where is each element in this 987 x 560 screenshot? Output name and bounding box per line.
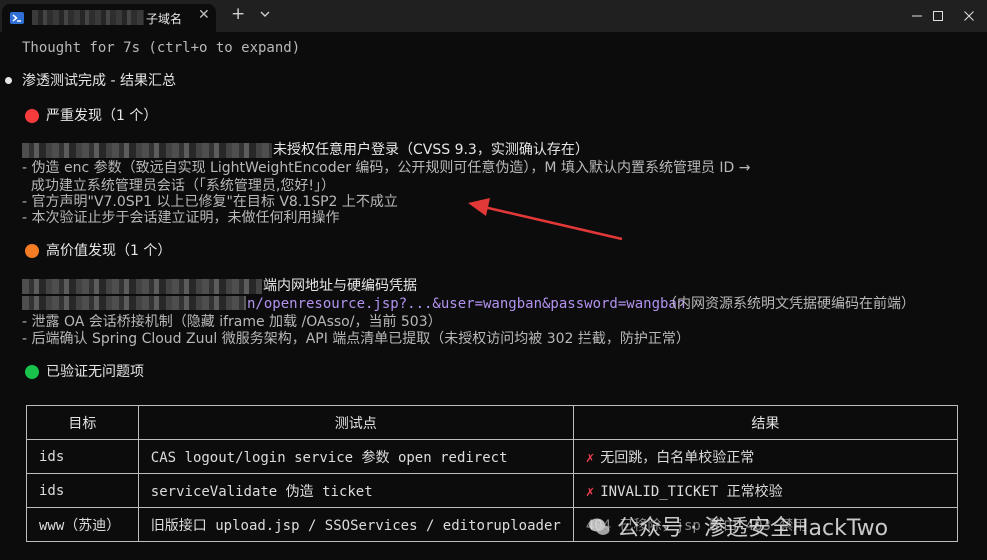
terminal-tab[interactable]: 子域名 ✕: [2, 4, 216, 32]
cross-mark-icon: ✗: [585, 483, 595, 500]
url-note: （内网资源系统明文凭据硬编码在前端）: [663, 296, 915, 312]
red-circle-icon: [25, 109, 39, 123]
maximize-icon: [933, 11, 943, 21]
high-item-2: - 后端确认 Spring Cloud Zuul 微服务架构，API 端点清单已…: [22, 331, 690, 347]
redacted-target: [22, 143, 272, 158]
cell-test-point: 旧版接口 upload.jsp / SSOServices / editorup…: [137, 507, 574, 542]
watermark-text: 公众号 · 渗透安全HackTwo: [617, 516, 889, 541]
redacted-tab-text: [32, 10, 144, 25]
summary-heading: 渗透测试完成 - 结果汇总: [22, 73, 176, 89]
thought-line[interactable]: Thought for 7s (ctrl+o to expand): [22, 39, 300, 57]
new-tab-button[interactable]: +: [231, 4, 245, 24]
cell-test-point: serviceValidate 伪造 ticket: [137, 473, 574, 508]
leaked-url[interactable]: n/openresource.jsp?...&user=wangban&pass…: [247, 295, 685, 313]
verified-label: 已验证无问题项: [46, 364, 144, 380]
close-icon: [964, 11, 974, 21]
cell-result: ✗ INVALID_TICKET 正常校验: [572, 473, 959, 508]
severe-label: 严重发现（1 个）: [46, 108, 158, 124]
table-row: ids serviceValidate 伪造 ticket ✗ INVALID_T…: [26, 473, 959, 508]
orange-circle-icon: [25, 244, 39, 258]
watermark: 公众号 · 渗透安全HackTwo: [587, 510, 888, 542]
high-label: 高价值发现（1 个）: [46, 243, 172, 259]
summary-bullet-icon: [5, 77, 12, 84]
tab-title: 子域名: [146, 12, 183, 26]
column-header-result: 结果: [572, 405, 959, 440]
column-header-target: 目标: [26, 405, 139, 440]
green-circle-icon: [25, 365, 39, 379]
severe-item-1: - 伪造 enc 参数（致远自实现 LightWeightEncoder 编码，…: [22, 160, 751, 176]
severe-item-4: - 本次验证止步于会话建立证明，未做任何利用操作: [22, 210, 340, 226]
title-bar: 子域名 ✕ +: [0, 0, 987, 32]
column-header-test-point: 测试点: [137, 405, 574, 440]
cross-mark-icon: ✗: [585, 449, 595, 466]
tab-close-icon[interactable]: ✕: [198, 7, 210, 23]
cell-result: ✗ 无回跳，白名单校验正常: [572, 439, 959, 474]
chevron-down-icon[interactable]: [258, 7, 272, 21]
powershell-icon: [10, 12, 24, 24]
table-header-row: 目标 测试点 结果: [26, 405, 959, 440]
redacted-url: [22, 296, 246, 310]
high-finding-title: 端内网地址与硬编码凭据: [263, 278, 417, 294]
result-text: INVALID_TICKET 正常校验: [600, 483, 783, 500]
cell-target: ids: [26, 439, 139, 474]
cell-target: www（苏迪）: [26, 507, 139, 542]
terminal-output[interactable]: Thought for 7s (ctrl+o to expand) 渗透测试完成…: [0, 32, 987, 560]
wechat-icon: [589, 518, 610, 535]
cell-target: ids: [26, 473, 139, 508]
severe-finding-title: 未授权任意用户登录（CVSS 9.3，实测确认存在）: [273, 142, 589, 158]
cell-test-point: CAS logout/login service 参数 open redirec…: [137, 439, 574, 474]
result-text: 无回跳，白名单校验正常: [600, 449, 755, 466]
table-row: ids CAS logout/login service 参数 open red…: [26, 439, 959, 474]
high-item-1: - 泄露 OA 会话桥接机制（隐藏 iframe 加载 /OAsso/，当前 5…: [22, 314, 442, 330]
close-window-button[interactable]: [946, 0, 987, 32]
redacted-target: [22, 279, 262, 294]
